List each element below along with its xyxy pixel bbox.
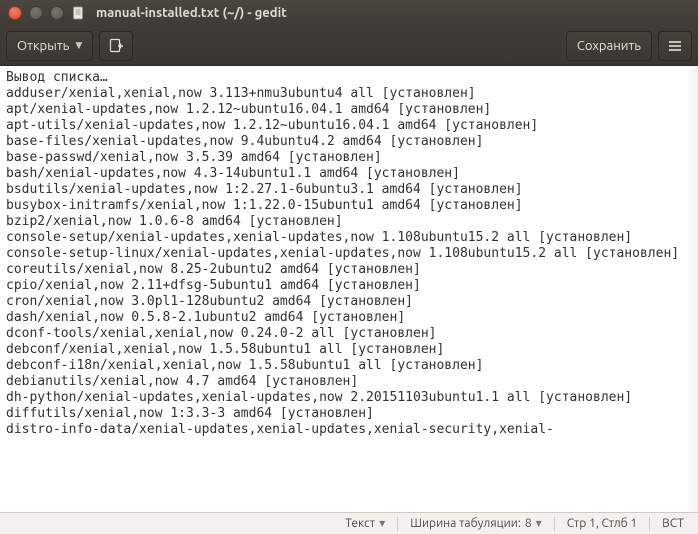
chevron-down-icon: ▼: [379, 519, 385, 528]
editor-content[interactable]: Вывод списка… adduser/xenial,xenial,now …: [0, 66, 698, 442]
tab-width-value: 8: [525, 517, 532, 530]
insert-mode-indicator[interactable]: ВСТ: [654, 513, 692, 534]
new-document-icon: [108, 38, 124, 54]
tab-width-selector[interactable]: Ширина табуляции: 8 ▼: [402, 513, 549, 534]
statusbar-separator: [649, 517, 650, 531]
window-title: manual-installed.txt (~/) - gedit: [96, 6, 287, 20]
chevron-down-icon: ▼: [75, 40, 82, 51]
save-button-label: Сохранить: [577, 39, 641, 53]
hamburger-menu-button[interactable]: [658, 31, 692, 61]
tab-width-label: Ширина табуляции:: [410, 517, 521, 530]
window-titlebar: manual-installed.txt (~/) - gedit: [0, 0, 698, 26]
statusbar-separator: [397, 517, 398, 531]
document-icon: [71, 6, 85, 20]
window-close-button[interactable]: [8, 6, 22, 20]
highlight-mode-label: Текст: [345, 517, 375, 530]
toolbar: Открыть ▼ Сохранить: [0, 26, 698, 66]
open-button-label: Открыть: [17, 39, 69, 53]
window-maximize-button[interactable]: [50, 6, 64, 20]
hamburger-icon: [667, 38, 683, 54]
highlight-mode-selector[interactable]: Текст ▼: [337, 513, 393, 534]
editor-area[interactable]: Вывод списка… adduser/xenial,xenial,now …: [0, 66, 698, 512]
statusbar-separator: [554, 517, 555, 531]
new-tab-button[interactable]: [99, 31, 133, 61]
window-minimize-button[interactable]: [29, 6, 43, 20]
cursor-position: Стр 1, Стлб 1: [559, 513, 645, 534]
save-button[interactable]: Сохранить: [566, 31, 652, 61]
statusbar: Текст ▼ Ширина табуляции: 8 ▼ Стр 1, Стл…: [0, 512, 698, 534]
chevron-down-icon: ▼: [536, 519, 542, 528]
open-button[interactable]: Открыть ▼: [6, 31, 93, 61]
